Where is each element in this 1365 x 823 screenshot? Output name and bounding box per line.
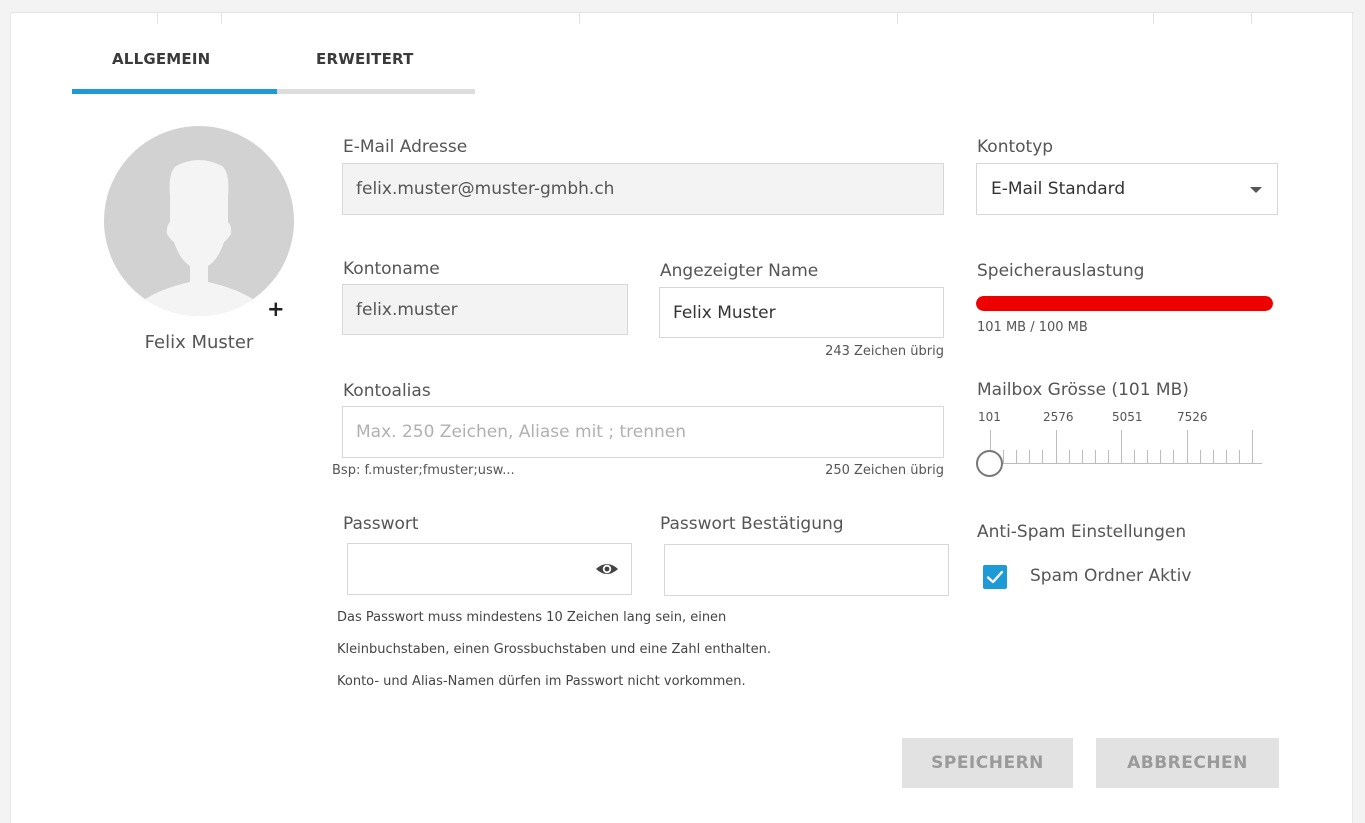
mailbox-size-track[interactable]	[990, 463, 1262, 464]
slider-tick	[1252, 430, 1253, 463]
tab-allgemein[interactable]: ALLGEMEIN	[112, 50, 210, 68]
password-field[interactable]	[347, 543, 632, 595]
account-name-field[interactable]: felix.muster	[342, 284, 628, 335]
slider-tick	[1239, 450, 1240, 463]
avatar-name: Felix Muster	[144, 332, 254, 353]
slider-tick	[1147, 450, 1148, 463]
alias-example: Bsp: f.muster;fmuster;usw...	[332, 463, 515, 478]
slider-tick	[1173, 450, 1174, 463]
slider-tick	[1213, 450, 1214, 463]
cancel-button[interactable]: ABBRECHEN	[1096, 738, 1279, 788]
mailbox-size-label: Mailbox Grösse (101 MB)	[977, 380, 1189, 400]
slider-tick	[1200, 450, 1201, 463]
display-name-remaining: 243 Zeichen übrig	[825, 344, 944, 359]
slider-tick-label: 7526	[1177, 410, 1208, 424]
slider-tick	[1187, 430, 1188, 463]
password-rules: Das Passwort muss mindestens 10 Zeichen …	[337, 602, 771, 698]
password-confirm-field[interactable]	[664, 544, 949, 596]
slider-tick	[1082, 450, 1083, 463]
eye-icon[interactable]	[594, 560, 620, 578]
password-rule-line: Konto- und Alias-Namen dürfen im Passwor…	[337, 674, 746, 689]
mailbox-size-slider-handle[interactable]	[976, 450, 1003, 477]
password-label: Passwort	[343, 514, 419, 534]
column-divider	[897, 12, 898, 24]
caret-down-icon	[1250, 187, 1262, 193]
slider-tick	[1134, 450, 1135, 463]
storage-usage-text: 101 MB / 100 MB	[977, 320, 1088, 335]
spam-folder-label[interactable]: Spam Ordner Aktiv	[1030, 566, 1191, 586]
slider-tick	[1160, 450, 1161, 463]
email-label: E-Mail Adresse	[343, 137, 468, 157]
antispam-label: Anti-Spam Einstellungen	[977, 522, 1187, 542]
account-type-value: E-Mail Standard	[991, 179, 1126, 199]
slider-tick	[1029, 450, 1030, 463]
add-avatar-icon[interactable]: +	[267, 299, 285, 320]
account-name-label: Kontoname	[343, 259, 440, 279]
password-confirm-label: Passwort Bestätigung	[660, 514, 844, 534]
display-name-label: Angezeigter Name	[660, 261, 819, 281]
slider-tick	[1108, 450, 1109, 463]
slider-tick-label: 5051	[1112, 410, 1143, 424]
alias-label: Kontoalias	[343, 381, 431, 401]
slider-tick	[1056, 430, 1057, 463]
avatar[interactable]	[104, 126, 294, 316]
tab-underline	[277, 89, 475, 94]
password-rule-line: Das Passwort muss mindestens 10 Zeichen …	[337, 610, 727, 625]
active-tab-indicator	[72, 89, 277, 94]
user-silhouette-icon	[136, 160, 262, 316]
slider-tick	[1003, 450, 1004, 463]
slider-tick	[1042, 450, 1043, 463]
save-button[interactable]: SPEICHERN	[902, 738, 1073, 788]
slider-tick	[1069, 450, 1070, 463]
slider-tick	[1016, 450, 1017, 463]
spam-folder-checkbox[interactable]	[983, 565, 1007, 589]
display-name-field[interactable]: Felix Muster	[659, 287, 944, 338]
column-divider	[1153, 12, 1154, 24]
slider-tick	[1121, 430, 1122, 463]
column-divider	[579, 12, 580, 24]
slider-tick	[1226, 450, 1227, 463]
storage-usage-fill	[976, 296, 1273, 311]
account-type-label: Kontotyp	[977, 137, 1054, 157]
alias-input[interactable]: Max. 250 Zeichen, Aliase mit ; trennen	[342, 406, 944, 458]
account-type-select[interactable]: E-Mail Standard	[976, 163, 1278, 215]
slider-tick	[1095, 450, 1096, 463]
storage-label: Speicherauslastung	[977, 261, 1145, 281]
email-field[interactable]: felix.muster@muster-gmbh.ch	[342, 163, 944, 215]
slider-tick-label: 2576	[1043, 410, 1074, 424]
tab-erweitert[interactable]: ERWEITERT	[316, 50, 414, 68]
slider-tick-label: 101	[978, 410, 1001, 424]
column-divider	[1251, 12, 1252, 24]
checkmark-icon	[986, 570, 1004, 584]
password-rule-line: Kleinbuchstaben, einen Grossbuchstaben u…	[337, 642, 771, 657]
alias-remaining: 250 Zeichen übrig	[825, 463, 944, 478]
column-divider	[157, 12, 158, 24]
column-divider	[221, 12, 222, 24]
storage-usage-bar	[976, 296, 1273, 311]
